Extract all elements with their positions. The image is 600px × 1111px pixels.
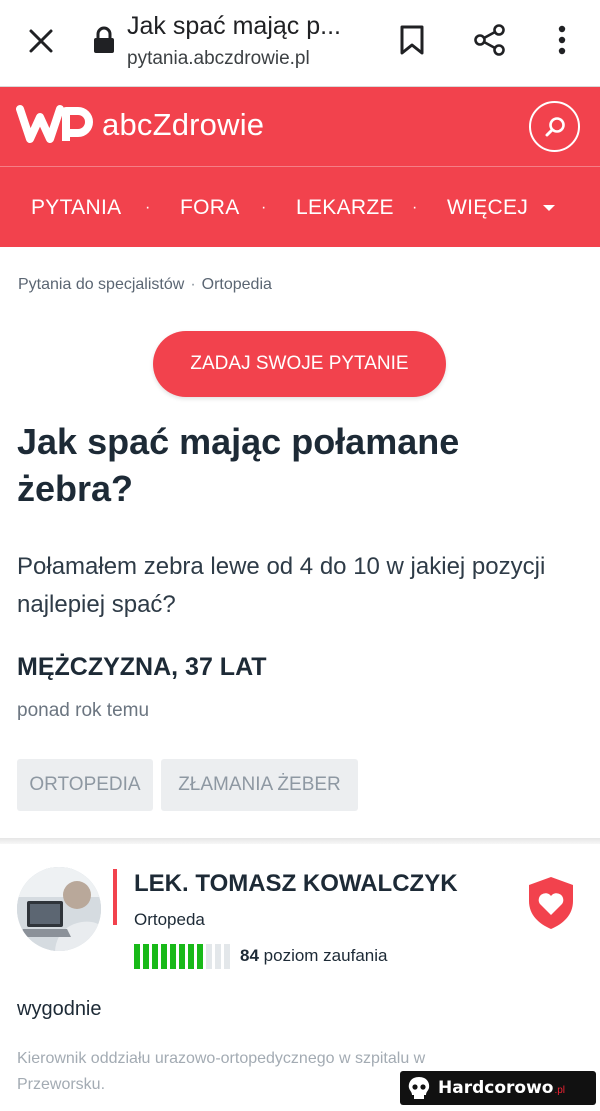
trust-score-label: poziom zaufania (263, 946, 388, 965)
search-button[interactable] (529, 101, 580, 152)
trust-segment (215, 944, 221, 969)
nav-item-lekarze[interactable]: LEKARZE (296, 196, 394, 220)
search-icon (545, 116, 565, 136)
trust-segment (134, 944, 140, 969)
close-tab-button[interactable] (22, 22, 60, 60)
trust-segment (197, 944, 203, 969)
question-title: Jak spać mając połamane żebra? (17, 421, 460, 509)
page-title[interactable]: Jak spać mając p... (127, 12, 341, 41)
site-header: abcZdrowie (0, 87, 600, 166)
trust-segment (152, 944, 158, 969)
breadcrumb: Pytania do specjalistów · Ortopedia (18, 276, 272, 294)
close-icon (29, 29, 53, 53)
watermark-suffix: .pl (554, 1084, 566, 1096)
shield-heart-icon (529, 877, 573, 929)
trust-level-bar (134, 944, 230, 969)
trust-segment (224, 944, 230, 969)
trust-segment (188, 944, 194, 969)
doctor-name[interactable]: LEK. TOMASZ KOWALCZYK (134, 870, 458, 898)
nav-item-wiecej-label: WIĘCEJ (447, 196, 529, 219)
caret-down-icon (543, 205, 556, 212)
trust-segment (170, 944, 176, 969)
question-time: ponad rok temu (17, 700, 150, 721)
tag-ortopedia[interactable]: ORTOPEDIA (17, 759, 153, 811)
logo-text: abcZdrowie (102, 107, 265, 142)
bookmark-button[interactable] (392, 20, 432, 60)
breadcrumb-separator: · (190, 276, 196, 293)
bookmark-icon (400, 25, 424, 55)
wp-logo-icon (16, 105, 93, 143)
trust-segment (206, 944, 212, 969)
trust-segment (161, 944, 167, 969)
trust-score: 84 poziom zaufania (240, 946, 387, 966)
breadcrumb-item-pytania[interactable]: Pytania do specjalistów (18, 276, 184, 293)
nav-separator: · (261, 199, 267, 216)
page-url[interactable]: pytania.abczdrowie.pl (127, 48, 310, 70)
trust-segment (143, 944, 149, 969)
more-options-button[interactable] (546, 20, 578, 60)
answer-text: wygodnie (17, 998, 102, 1020)
favorite-button[interactable] (525, 875, 577, 931)
browser-toolbar: Jak spać mając p... pytania.abczdrowie.p… (0, 0, 600, 87)
breadcrumb-item-ortopedia[interactable]: Ortopedia (202, 276, 272, 293)
nav-separator: · (412, 199, 418, 216)
share-button[interactable] (470, 20, 510, 60)
tag-zlamania-zeber[interactable]: ZŁAMANIA ŻEBER (161, 759, 358, 811)
ask-question-button[interactable]: ZADAJ SWOJE PYTANIE (153, 331, 446, 397)
doctor-accent-bar (113, 869, 117, 925)
hardcorowo-watermark: Hardcorowo .pl (400, 1071, 596, 1105)
nav-item-wiecej[interactable]: WIĘCEJ (447, 196, 556, 220)
trust-score-value: 84 (240, 946, 259, 965)
nav-item-pytania[interactable]: PYTANIA (31, 196, 121, 220)
share-icon (474, 24, 505, 56)
doctor-photo (17, 867, 101, 951)
question-author: MĘŻCZYZNA, 37 LAT (17, 653, 267, 681)
site-logo[interactable]: abcZdrowie (16, 103, 264, 147)
doctor-avatar[interactable] (17, 867, 101, 951)
trust-segment (179, 944, 185, 969)
doctor-specialty: Ortopeda (134, 910, 205, 929)
watermark-text: Hardcorowo (438, 1078, 554, 1098)
section-divider (0, 838, 600, 844)
more-vert-icon (558, 25, 566, 55)
skull-icon (408, 1077, 430, 1099)
lock-icon (92, 26, 116, 54)
nav-item-fora[interactable]: FORA (180, 196, 240, 220)
nav-separator: · (145, 199, 151, 216)
question-body: Połamałem zebra lewe od 4 do 10 w jakiej… (17, 553, 546, 618)
